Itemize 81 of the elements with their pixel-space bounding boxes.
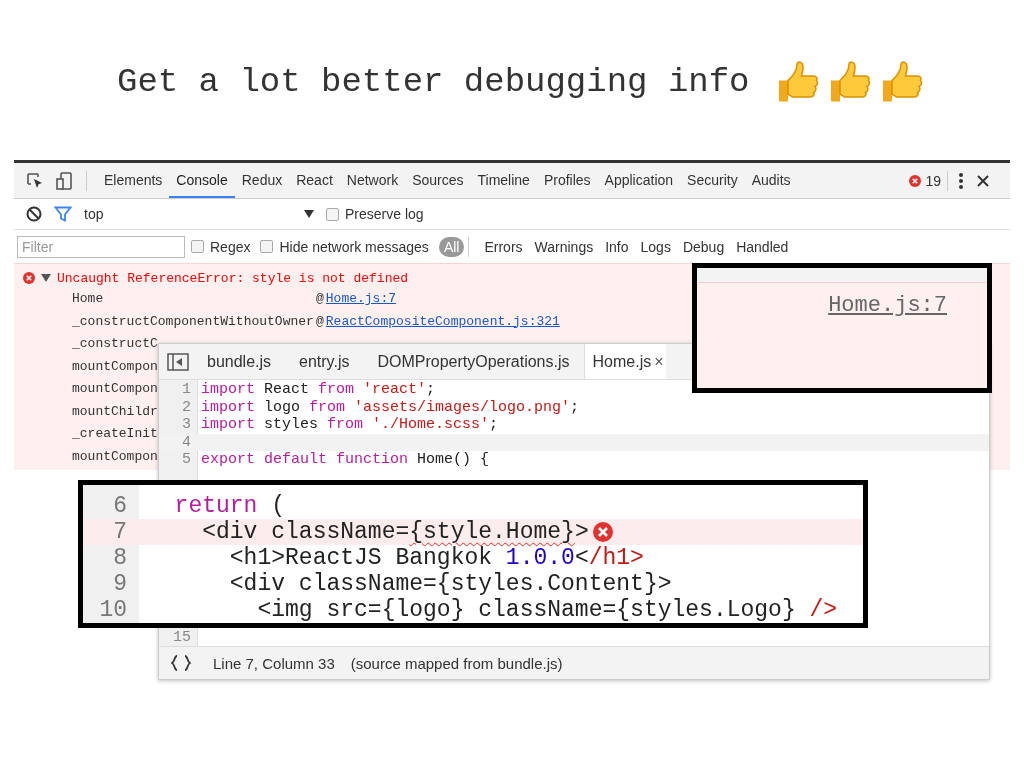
function-name: _constructComponentWithoutOwner [72,312,314,331]
code-line: <img src={logo} className={styles.Logo} /> [256,597,838,623]
at-sign: @ [316,290,324,308]
code-line: <div className={style.Home}> [201,519,589,545]
checkbox-label: Regex [210,238,251,255]
panel-tab[interactable]: Security [680,163,745,198]
checkbox[interactable] [191,240,204,253]
code-line: <h1>ReactJS Bangkok 1.0.0</h1> [228,545,644,571]
checkbox-label: Hide network messages [279,238,429,255]
line-number: 2 [181,398,192,416]
line-number: 1 [181,381,192,399]
checkbox[interactable] [326,207,339,221]
panel-tab[interactable]: Network [339,163,406,198]
error-count: 19 [925,172,941,189]
error-icon [592,522,613,542]
source-link[interactable]: ReactCompositeComponent.js:321 [325,310,560,333]
line-number: 4 [181,433,192,451]
line-number: 5 [181,451,192,469]
clear-icon[interactable] [26,206,42,222]
function-name: Home [72,290,104,308]
code-line: export default function Home() { [200,451,490,469]
disclosure-triangle-icon[interactable] [41,273,51,283]
line-number: 7 [112,519,128,545]
source-link[interactable]: Home.js:7 [828,293,947,318]
function-name: mountCompon [72,380,158,398]
error-message: Uncaught ReferenceError: style is not defined [57,270,409,286]
level-filter[interactable]: Debug [677,236,730,257]
source-map-note: (source mapped from bundle.js) [350,654,563,672]
close-icon[interactable] [976,173,990,188]
panel-tab[interactable]: Console [169,163,235,198]
level-filter[interactable]: Info [600,236,634,257]
close-tab-button[interactable]: × [654,344,664,379]
filter-field[interactable]: Filter [17,235,185,258]
filter-icon[interactable] [54,206,72,222]
cursor-position: Line 7, Column 33 [213,654,335,672]
line-number: 15 [172,628,192,646]
line-number: 3 [181,416,192,434]
more-icon[interactable] [958,171,964,190]
panel-tab[interactable]: Elements [97,163,170,198]
device-icon[interactable] [56,171,72,190]
panel-tab[interactable]: Profiles [536,163,598,198]
code-line: import React from 'react'; [200,381,436,399]
context-select[interactable]: top [84,206,314,222]
function-name: mountCompon [72,447,158,466]
file-tab[interactable]: Home.js × [583,344,666,379]
code-line: return ( [173,493,286,519]
line-number: 9 [112,571,128,597]
at-sign: @ [316,312,324,331]
inspect-icon[interactable] [26,171,44,190]
function-name: mountCompon [72,357,158,376]
code-line: <div className={styles.Content}> [228,571,672,597]
file-tab[interactable]: entry.js [285,344,364,379]
function-name: _createInit [72,425,158,443]
checkbox-label: Preserve log [345,206,424,222]
slide-title: Get a lot better debugging info [117,62,750,102]
function-name: mountChildr [72,402,158,421]
panel-tab[interactable]: Sources [405,163,471,198]
panel-tab[interactable]: Redux [234,163,290,198]
file-tab[interactable]: bundle.js [193,344,286,379]
line-number: 8 [112,545,128,571]
level-filter[interactable]: Errors [479,236,528,257]
level-filter[interactable]: Logs [635,236,676,257]
code-line: import styles from './Home.scss'; [200,416,499,434]
braces-icon[interactable] [171,655,191,671]
panel-tab[interactable]: Application [597,163,681,198]
panel-tab[interactable]: React [289,163,340,198]
dropdown-icon [304,210,314,218]
error-icon [23,272,35,284]
sidebar-toggle-icon[interactable] [167,352,189,371]
line-number: 10 [98,597,128,623]
file-tab[interactable]: DOMPropertyOperations.js [363,344,584,379]
source-link[interactable]: Home.js:7 [325,288,397,311]
level-filter[interactable]: Handled [731,236,794,257]
panel-tab[interactable]: Timeline [470,163,537,198]
error-icon [909,174,922,187]
line-number: 6 [112,493,128,519]
checkbox[interactable] [260,240,274,253]
level-filter[interactable]: Warnings [529,236,599,257]
code-line: import logo from 'assets/images/logo.png'; [200,398,580,416]
function-name: _constructC [72,335,158,353]
panel-tab[interactable]: Audits [744,163,798,198]
